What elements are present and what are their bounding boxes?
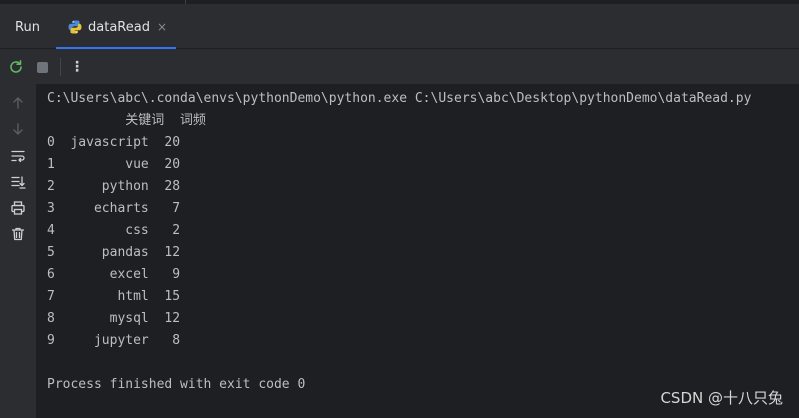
tab-bar: Run dataRead ×: [0, 4, 799, 49]
console-sidebar: [0, 84, 36, 418]
table-row: 7 html 15: [47, 289, 181, 304]
close-tab-icon[interactable]: ×: [157, 21, 167, 33]
console-output[interactable]: C:\Users\abc\.conda\envs\pythonDemo\pyth…: [36, 84, 799, 418]
arrow-up-icon[interactable]: [10, 95, 26, 111]
trash-icon[interactable]: [10, 226, 26, 242]
arrow-down-icon[interactable]: [10, 121, 26, 137]
table-row: 2 python 28: [47, 179, 181, 194]
soft-wrap-icon[interactable]: [10, 148, 26, 164]
table-row: 4 css 2: [47, 223, 181, 238]
exit-message: Process finished with exit code 0: [47, 377, 306, 392]
console-text: C:\Users\abc\.conda\envs\pythonDemo\pyth…: [47, 88, 751, 396]
toolbar-divider: [60, 58, 61, 76]
console-command-line: C:\Users\abc\.conda\envs\pythonDemo\pyth…: [47, 91, 752, 106]
table-row: 6 excel 9: [47, 267, 181, 282]
scroll-to-end-icon[interactable]: [10, 174, 26, 190]
dataframe-header: 关键词 词频: [47, 113, 206, 128]
run-tool-window-title[interactable]: Run: [15, 20, 40, 35]
table-row: 9 jupyter 8: [47, 333, 181, 348]
watermark: CSDN @十八只兔: [660, 389, 783, 407]
table-row: 3 echarts 7: [47, 201, 181, 216]
rerun-icon[interactable]: [8, 59, 24, 75]
python-icon: [68, 20, 82, 34]
tab-label: dataRead: [88, 20, 150, 35]
more-options-icon[interactable]: ⋮: [70, 58, 84, 76]
print-icon[interactable]: [10, 200, 26, 216]
run-toolbar: ⋮: [0, 50, 799, 84]
tab-dataread[interactable]: dataRead ×: [56, 4, 176, 49]
table-row: 8 mysql 12: [47, 311, 181, 326]
stop-icon[interactable]: [37, 62, 48, 73]
active-tab-indicator: [56, 47, 176, 49]
table-row: 0 javascript 20: [47, 135, 181, 150]
table-row: 1 vue 20: [47, 157, 181, 172]
table-row: 5 pandas 12: [47, 245, 181, 260]
